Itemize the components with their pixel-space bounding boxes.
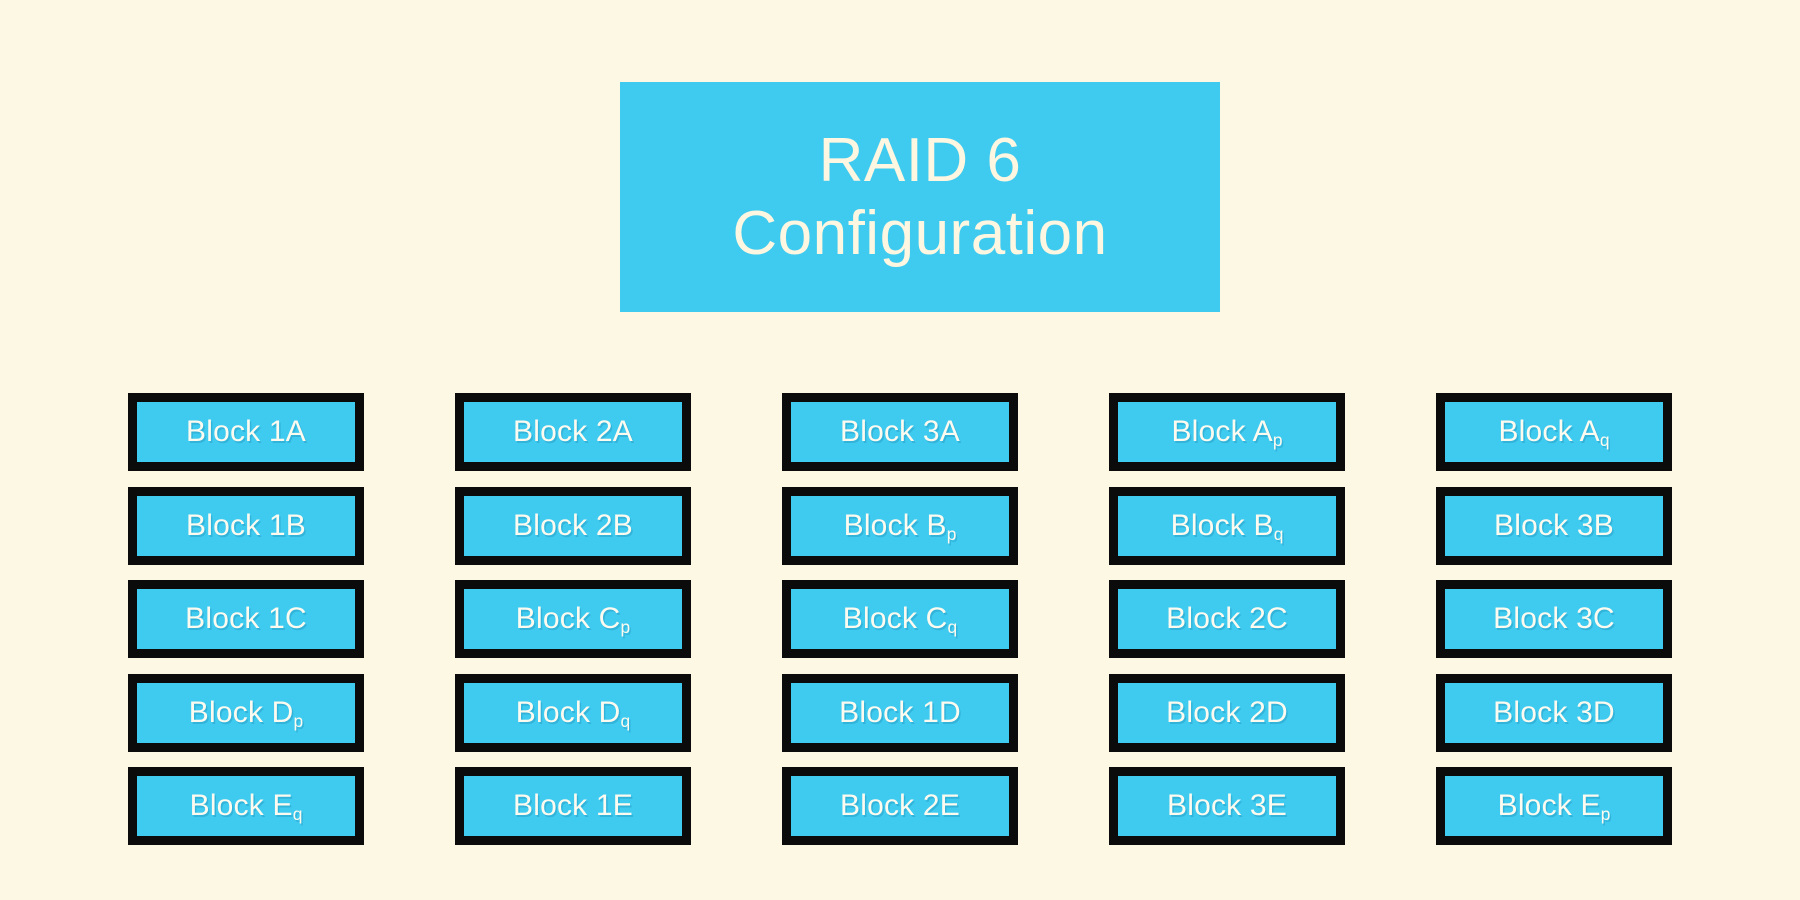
title-line-secondary: Configuration (732, 199, 1108, 268)
storage-block-label: Block 1D (839, 695, 961, 729)
storage-block[interactable]: Block 1A (128, 393, 364, 471)
storage-block-label: Block 3C (1493, 602, 1615, 635)
parity-subscript: q (620, 710, 631, 731)
storage-block[interactable]: Block 3E (1109, 767, 1345, 845)
parity-subscript: p (620, 617, 631, 638)
parity-subscript: p (1600, 804, 1611, 825)
storage-block-label: Block Bp (843, 508, 957, 544)
storage-block-label: Block 1A (186, 415, 306, 448)
storage-block-label: Block 2E (840, 789, 960, 822)
parity-subscript: p (946, 523, 957, 544)
storage-block-label: Block Aq (1498, 415, 1610, 451)
storage-block[interactable]: Block 3B (1436, 486, 1672, 565)
storage-block-label: Block 3A (840, 415, 960, 448)
storage-block[interactable]: Block Ep (1436, 767, 1672, 845)
storage-block[interactable]: Block Dp (128, 673, 364, 752)
disk-column-5: Block Aq Block 3B Block 3C Block 3D Block Ep (1436, 393, 1672, 845)
parity-subscript: q (292, 804, 303, 825)
title-line-primary: RAID 6 (818, 125, 1022, 195)
storage-block[interactable]: Block 3D (1436, 673, 1672, 752)
storage-block-label: Block Bq (1170, 508, 1284, 544)
storage-block-label: Block 2C (1166, 602, 1288, 635)
storage-block-label: Block Ep (1497, 789, 1611, 825)
disk-column-1: Block 1A Block 1B Block 1C Block Dp Block Eq (128, 393, 364, 845)
parity-subscript: p (293, 710, 304, 731)
storage-block[interactable]: Block Bq (1109, 486, 1345, 565)
storage-block-label: Block Dp (188, 695, 304, 731)
storage-block[interactable]: Block 3C (1436, 580, 1672, 658)
storage-block[interactable]: Block Dq (455, 673, 691, 752)
storage-block-label: Block Ap (1171, 415, 1283, 451)
title-banner: RAID 6 Configuration (620, 82, 1220, 312)
raid-disk-grid: Block 1A Block 1B Block 1C Block Dp Block Eq… (128, 393, 1672, 845)
storage-block-label: Block Dq (515, 695, 631, 731)
storage-block[interactable]: Block 2D (1109, 673, 1345, 752)
storage-block-label: Block 3B (1494, 508, 1614, 542)
storage-block[interactable]: Block Aq (1436, 393, 1672, 471)
storage-block-label: Block 2A (513, 415, 633, 448)
storage-block-label: Block 1B (186, 508, 306, 542)
storage-block-label: Block Eq (189, 789, 303, 825)
disk-column-4: Block Ap Block Bq Block 2C Block 2D Block 3E (1109, 393, 1345, 845)
storage-block-label: Block 1C (185, 602, 307, 635)
storage-block[interactable]: Block 1B (128, 486, 364, 565)
storage-block-label: Block 1E (513, 789, 633, 822)
storage-block[interactable]: Block Bp (782, 486, 1018, 565)
storage-block[interactable]: Block 1E (455, 767, 691, 845)
storage-block[interactable]: Block 1C (128, 580, 364, 658)
storage-block[interactable]: Block 2C (1109, 580, 1345, 658)
storage-block-label: Block Cq (842, 602, 958, 638)
parity-subscript: q (1273, 523, 1284, 544)
storage-block-label: Block 2B (513, 508, 633, 542)
storage-block[interactable]: Block 2E (782, 767, 1018, 845)
storage-block[interactable]: Block Ap (1109, 393, 1345, 471)
storage-block[interactable]: Block 3A (782, 393, 1018, 471)
storage-block[interactable]: Block 2A (455, 393, 691, 471)
parity-subscript: q (947, 617, 958, 638)
storage-block[interactable]: Block 1D (782, 673, 1018, 752)
storage-block[interactable]: Block Eq (128, 767, 364, 845)
storage-block[interactable]: Block Cq (782, 580, 1018, 658)
disk-column-2: Block 2A Block 2B Block Cp Block Dq Block 1E (455, 393, 691, 845)
disk-column-3: Block 3A Block Bp Block Cq Block 1D Block 2E (782, 393, 1018, 845)
storage-block[interactable]: Block 2B (455, 486, 691, 565)
storage-block-label: Block 2D (1166, 695, 1288, 729)
parity-subscript: q (1599, 430, 1610, 451)
storage-block[interactable]: Block Cp (455, 580, 691, 658)
storage-block-label: Block 3E (1167, 789, 1287, 822)
storage-block-label: Block Cp (515, 602, 631, 638)
storage-block-label: Block 3D (1493, 695, 1615, 729)
parity-subscript: p (1272, 430, 1283, 451)
